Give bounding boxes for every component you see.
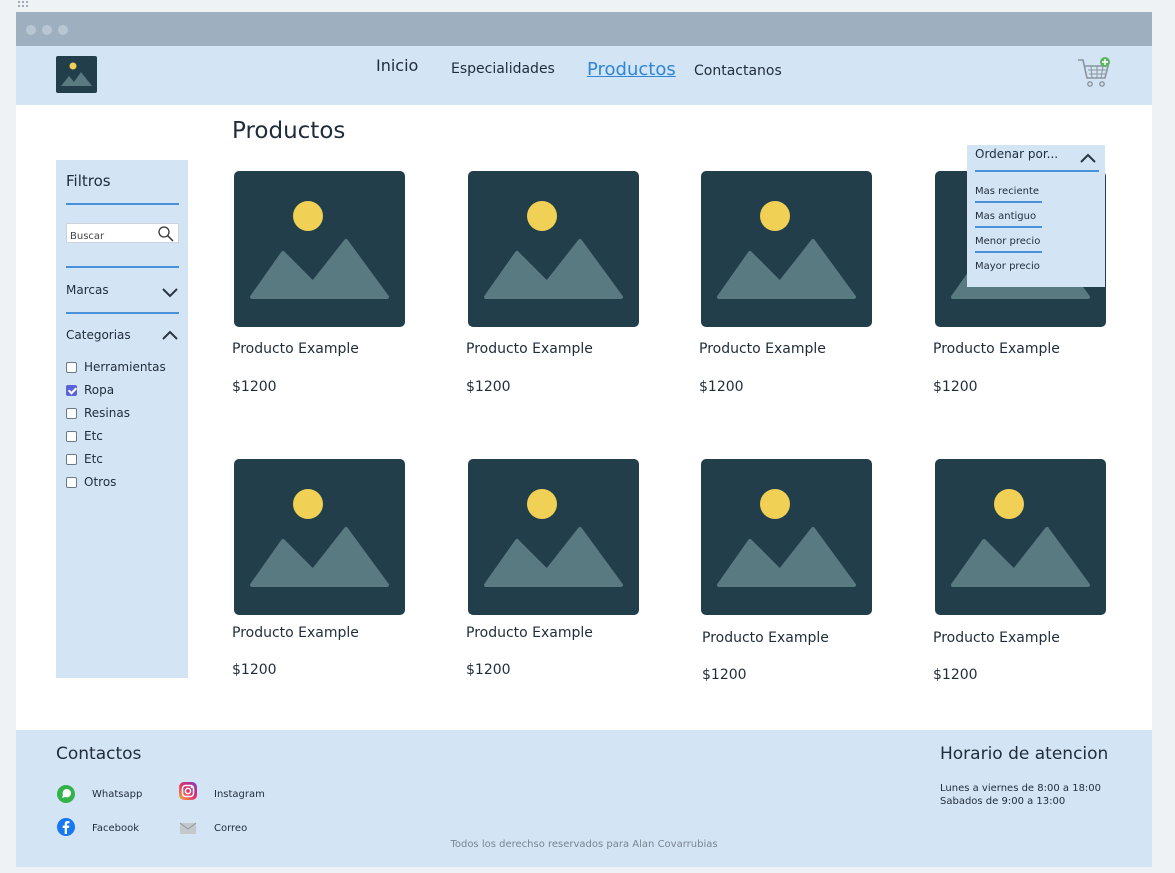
hours-line: Lunes a viernes de 8:00 a 18:00 xyxy=(940,783,1102,794)
divider xyxy=(975,226,1042,228)
nav-inicio[interactable]: Inicio xyxy=(376,56,418,75)
filters-title: Filtros xyxy=(66,172,111,190)
window-dot[interactable] xyxy=(42,25,52,35)
search-icon[interactable] xyxy=(157,225,175,247)
chevron-down-icon[interactable] xyxy=(161,284,179,303)
category-option[interactable]: Otros xyxy=(66,475,116,489)
category-label: Otros xyxy=(84,475,117,489)
checkbox[interactable] xyxy=(66,430,77,442)
divider xyxy=(66,312,179,314)
hours-line: Sabados de 9:00 a 13:00 xyxy=(940,796,1066,807)
checkbox[interactable] xyxy=(66,407,77,419)
category-label: Ropa xyxy=(84,383,115,397)
logo-image-icon[interactable] xyxy=(56,56,97,93)
chevron-up-icon[interactable] xyxy=(161,326,179,345)
product-name[interactable]: Producto Example xyxy=(466,625,593,641)
product-price: $1200 xyxy=(702,667,747,683)
category-label: Etc xyxy=(84,429,103,443)
category-option[interactable]: Resinas xyxy=(66,406,130,420)
divider xyxy=(66,203,179,205)
product-name[interactable]: Producto Example xyxy=(933,630,1060,646)
window-titlebar xyxy=(16,12,1152,46)
window-dot[interactable] xyxy=(58,25,68,35)
product-name[interactable]: Producto Example xyxy=(933,341,1060,357)
product-image-icon[interactable] xyxy=(701,171,872,327)
whatsapp-link[interactable]: Whatsapp xyxy=(92,789,142,800)
site-footer: Contactos Whatsapp Instagram Facebook Co… xyxy=(16,730,1152,867)
category-label: Herramientas xyxy=(84,360,166,374)
browser-window: Inicio Especialidades Productos Contacta… xyxy=(16,12,1152,867)
contacts-title: Contactos xyxy=(56,744,142,764)
product-name[interactable]: Producto Example xyxy=(232,341,359,357)
sort-option[interactable]: Menor precio xyxy=(975,236,1040,247)
instagram-icon[interactable] xyxy=(178,781,198,801)
sort-option[interactable]: Mas antiguo xyxy=(975,211,1036,222)
divider xyxy=(975,251,1042,253)
whatsapp-icon[interactable] xyxy=(56,784,76,804)
product-price: $1200 xyxy=(232,662,277,678)
cart-icon[interactable] xyxy=(1076,56,1112,90)
search-field[interactable] xyxy=(66,223,179,246)
checkbox[interactable] xyxy=(66,453,77,465)
product-price: $1200 xyxy=(933,667,978,683)
filters-sidebar: Filtros Marcas Categorias Herramientas xyxy=(56,160,188,678)
product-image-icon[interactable] xyxy=(234,171,405,327)
hours-text: Lunes a viernes de 8:00 a 18:00 Sabados … xyxy=(940,782,1101,808)
brands-label[interactable]: Marcas xyxy=(66,283,109,297)
nav-contactanos[interactable]: Contactanos xyxy=(694,63,782,79)
site-header: Inicio Especialidades Productos Contacta… xyxy=(16,46,1152,105)
sort-option[interactable]: Mayor precio xyxy=(975,261,1040,272)
category-label: Etc xyxy=(84,452,103,466)
page-title: Productos xyxy=(232,118,346,144)
sort-dropdown[interactable]: Ordenar por... Mas reciente Mas antiguo … xyxy=(967,145,1105,287)
product-image-icon[interactable] xyxy=(234,459,405,615)
category-option[interactable]: Etc xyxy=(66,429,103,443)
product-price: $1200 xyxy=(466,379,511,395)
product-name[interactable]: Producto Example xyxy=(699,341,826,357)
divider xyxy=(975,170,1099,172)
product-image-icon[interactable] xyxy=(935,459,1106,615)
category-option[interactable]: Ropa xyxy=(66,383,114,397)
mail-icon[interactable] xyxy=(178,818,198,838)
window-grip[interactable] xyxy=(17,0,29,7)
category-label: Resinas xyxy=(84,406,130,420)
product-price: $1200 xyxy=(466,662,511,678)
product-name[interactable]: Producto Example xyxy=(702,630,829,646)
product-image-icon[interactable] xyxy=(468,459,639,615)
search-input[interactable] xyxy=(67,227,153,246)
checkbox-checked[interactable] xyxy=(66,384,77,396)
product-price: $1200 xyxy=(232,379,277,395)
sort-label[interactable]: Ordenar por... xyxy=(975,147,1058,161)
category-option[interactable]: Etc xyxy=(66,452,103,466)
mail-link[interactable]: Correo xyxy=(214,823,247,834)
divider xyxy=(66,266,179,268)
product-image-icon[interactable] xyxy=(701,459,872,615)
product-name[interactable]: Producto Example xyxy=(466,341,593,357)
product-price: $1200 xyxy=(699,379,744,395)
instagram-link[interactable]: Instagram xyxy=(214,789,265,800)
sort-option[interactable]: Mas reciente xyxy=(975,186,1039,197)
checkbox[interactable] xyxy=(66,361,77,373)
facebook-icon[interactable] xyxy=(56,817,76,837)
nav-productos[interactable]: Productos xyxy=(587,59,676,80)
divider xyxy=(975,201,1042,203)
window-dot[interactable] xyxy=(26,25,36,35)
copyright-text: Todos los derechso reservados para Alan … xyxy=(450,839,718,850)
nav-especialidades[interactable]: Especialidades xyxy=(451,61,555,77)
chevron-up-icon[interactable] xyxy=(1079,149,1097,168)
product-image-icon[interactable] xyxy=(468,171,639,327)
categories-label[interactable]: Categorias xyxy=(66,328,131,342)
facebook-link[interactable]: Facebook xyxy=(92,823,139,834)
category-option[interactable]: Herramientas xyxy=(66,360,166,374)
checkbox[interactable] xyxy=(66,476,77,488)
product-price: $1200 xyxy=(933,379,978,395)
hours-title: Horario de atencion xyxy=(940,744,1109,764)
product-name[interactable]: Producto Example xyxy=(232,625,359,641)
